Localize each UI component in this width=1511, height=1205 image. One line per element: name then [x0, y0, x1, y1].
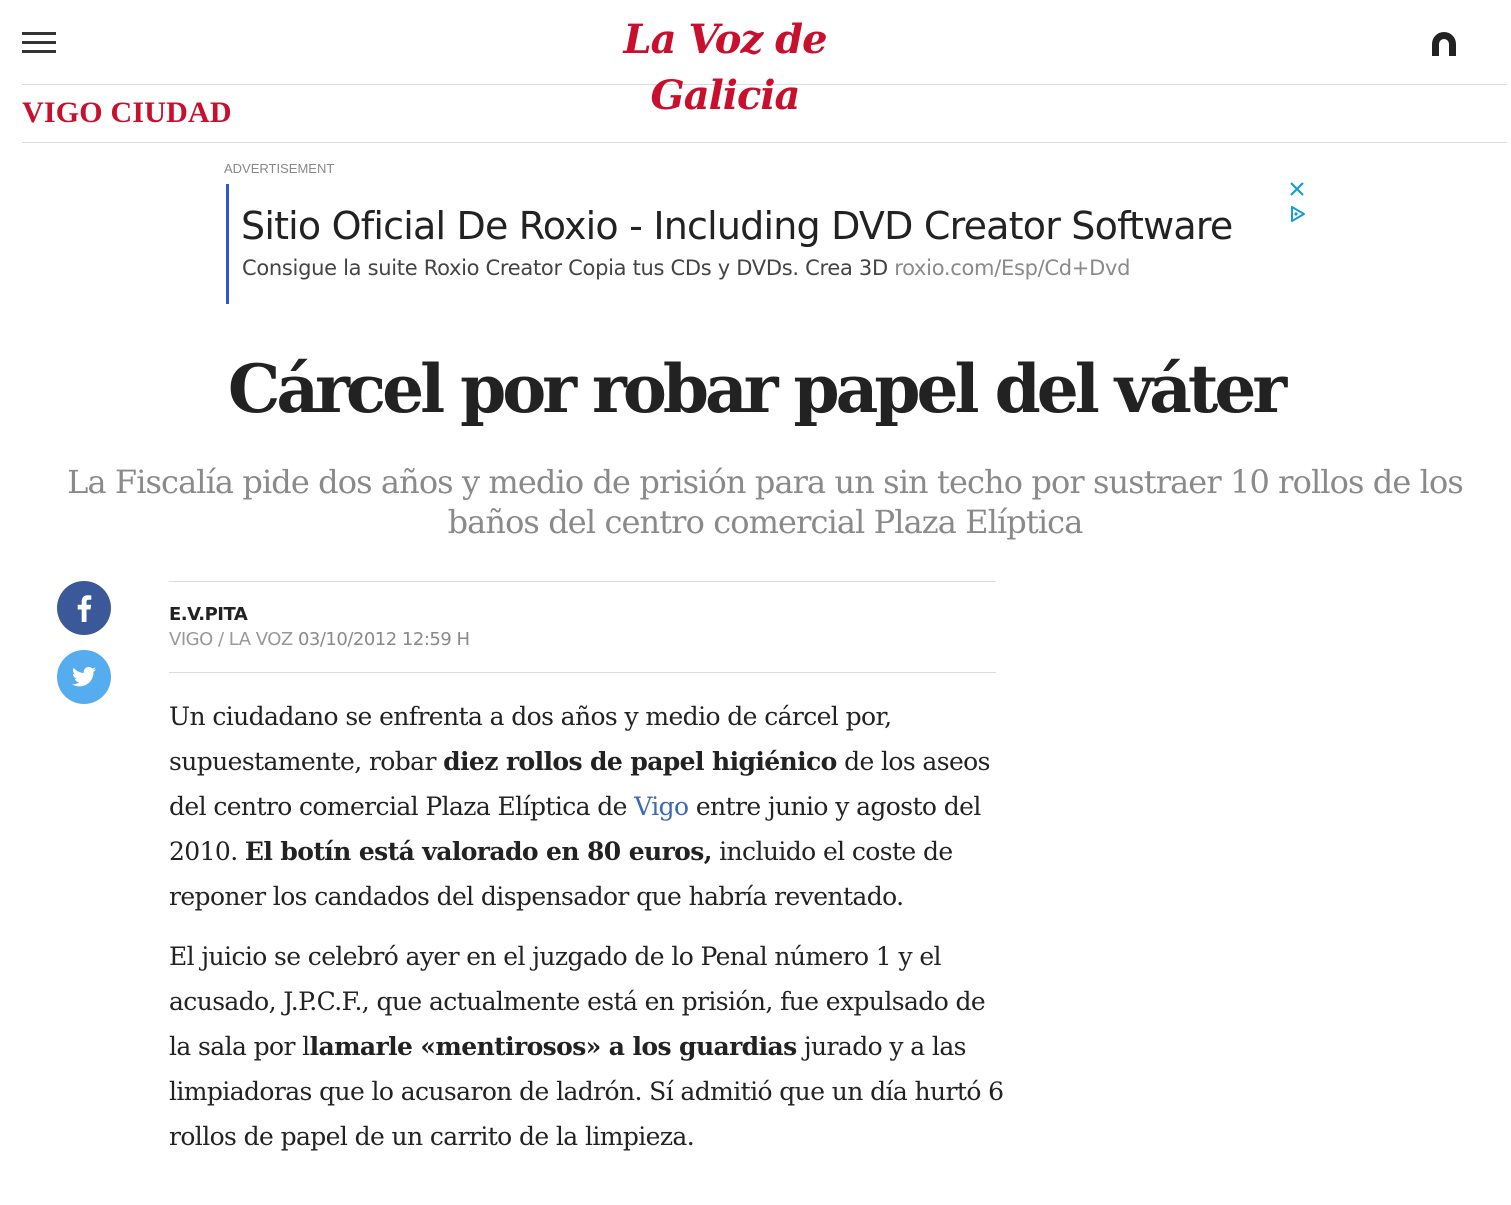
menu-line	[22, 50, 56, 53]
author-name[interactable]: E.V.PITA	[169, 604, 248, 625]
close-icon[interactable]	[1288, 180, 1306, 198]
ad-url[interactable]: roxio.com/Esp/Cd+Dvd	[894, 256, 1130, 280]
ad-title[interactable]: Sitio Oficial De Roxio - Including DVD C…	[241, 204, 1233, 248]
facebook-icon	[77, 595, 92, 622]
twitter-icon	[72, 667, 96, 687]
ad-box[interactable]: Sitio Oficial De Roxio - Including DVD C…	[226, 184, 1319, 304]
ad-description[interactable]: Consigue la suite Roxio Creator Copia tu…	[242, 256, 1130, 280]
article-paragraph: El juicio se celebró ayer en el juzgado …	[169, 934, 1009, 1159]
bold-text-run: lamarle «mentirosos» a los guardias	[309, 1032, 798, 1061]
bold-text-run: El botín está valorado en 80 euros,	[244, 837, 712, 866]
section-bar: VIGO CIUDAD	[22, 84, 1507, 143]
divider	[169, 672, 996, 673]
bold-text-run: diez rollos de papel higiénico	[443, 747, 837, 776]
menu-line	[22, 41, 56, 44]
ad-description-text: Consigue la suite Roxio Creator Copia tu…	[242, 256, 888, 280]
menu-line	[22, 32, 56, 35]
facebook-share-button[interactable]	[57, 581, 111, 635]
hamburger-menu-icon[interactable]	[22, 32, 56, 54]
user-account-icon[interactable]	[1428, 28, 1460, 60]
divider	[169, 581, 996, 582]
adchoices-icon[interactable]	[1288, 205, 1306, 223]
twitter-share-button[interactable]	[57, 650, 111, 704]
article-meta: VIGO / LA VOZ 03/10/2012 12:59 H	[169, 629, 470, 650]
article-paragraph: Un ciudadano se enfrenta a dos años y me…	[169, 694, 1009, 919]
article-subtitle: La Fiscalía pide dos años y medio de pri…	[67, 463, 1464, 541]
article-body: Un ciudadano se enfrenta a dos años y me…	[169, 694, 1009, 1174]
article-location: VIGO / LA VOZ	[169, 629, 293, 650]
section-title[interactable]: VIGO CIUDAD	[22, 96, 232, 130]
ad-label: ADVERTISEMENT	[224, 161, 335, 176]
vigo-link[interactable]: Vigo	[634, 792, 689, 821]
article-headline: Cárcel por robar papel del váter	[227, 350, 1287, 428]
article-date: 03/10/2012 12:59 H	[297, 629, 470, 650]
